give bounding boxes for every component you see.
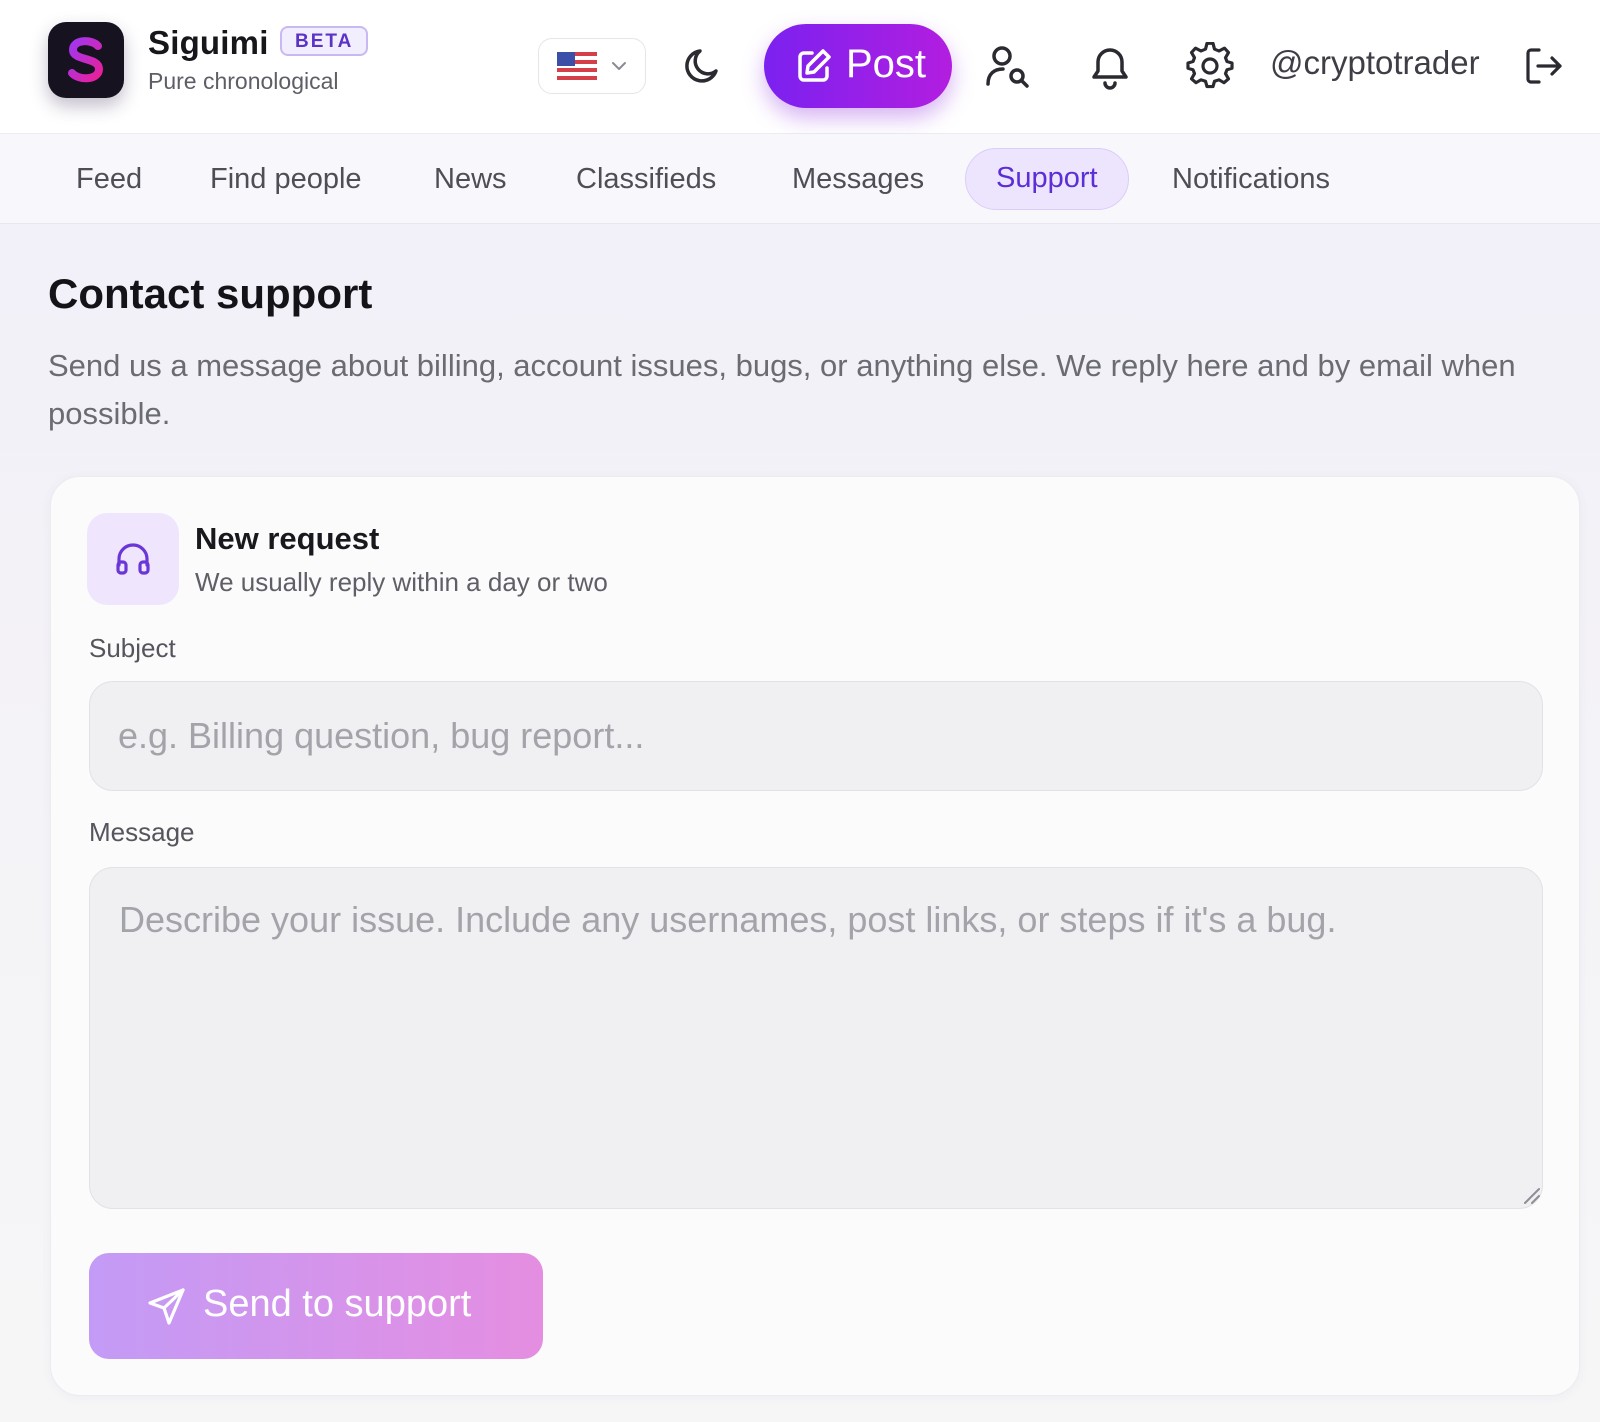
support-request-card: New request We usually reply within a da… [50, 476, 1580, 1396]
beta-badge: BETA [280, 26, 369, 56]
message-textarea[interactable] [89, 867, 1543, 1209]
post-button-label: Post [846, 42, 927, 86]
tab-support[interactable]: Support [965, 148, 1129, 210]
form-title: New request [195, 521, 380, 556]
brand: Siguimi BETA Pure chronological [148, 24, 369, 94]
tab-find-people[interactable]: Find people [180, 148, 392, 210]
us-flag-icon [557, 52, 597, 80]
app-tagline: Pure chronological [148, 68, 339, 94]
main-tabs: Feed Find people News Classifieds Messag… [0, 134, 1600, 224]
find-people-button[interactable] [984, 42, 1032, 90]
current-username[interactable]: @cryptotrader [1270, 44, 1480, 82]
send-to-support-button[interactable]: Send to support [89, 1253, 543, 1359]
moon-icon [685, 49, 718, 83]
tab-notifications[interactable]: Notifications [1142, 148, 1360, 210]
settings-button[interactable] [1186, 42, 1234, 90]
headphones-icon [116, 543, 150, 575]
page-description: Send us a message about billing, account… [48, 348, 1516, 431]
chevron-down-icon [612, 62, 626, 70]
theme-toggle-button[interactable] [680, 42, 728, 90]
app-logo[interactable] [48, 22, 124, 98]
subject-label: Subject [89, 633, 176, 663]
send-button-label: Send to support [203, 1283, 472, 1325]
tab-news[interactable]: News [404, 148, 537, 210]
form-subtitle: We usually reply within a day or two [195, 567, 608, 597]
subject-input[interactable] [89, 681, 1543, 791]
send-icon [148, 1288, 185, 1325]
logout-button[interactable] [1522, 44, 1566, 88]
user-search-icon [986, 46, 1029, 88]
resize-handle-icon[interactable] [1521, 1185, 1541, 1205]
edit-icon [798, 49, 831, 82]
gear-icon [1186, 42, 1234, 89]
top-bar: Siguimi BETA Pure chronological Post @cr… [0, 0, 1600, 134]
tab-feed[interactable]: Feed [46, 148, 172, 210]
post-button[interactable]: Post [764, 24, 952, 108]
card-icon-badge [87, 513, 179, 605]
tab-messages[interactable]: Messages [762, 148, 954, 210]
app-name: Siguimi [148, 24, 269, 61]
tab-classifieds[interactable]: Classifieds [546, 148, 746, 210]
logo-s-icon [68, 37, 104, 83]
bell-icon [1092, 48, 1128, 90]
language-select[interactable] [538, 38, 646, 94]
message-label: Message [89, 817, 195, 847]
notifications-button[interactable] [1086, 42, 1134, 90]
logout-icon [1526, 48, 1562, 84]
page-title: Contact support [48, 270, 373, 317]
